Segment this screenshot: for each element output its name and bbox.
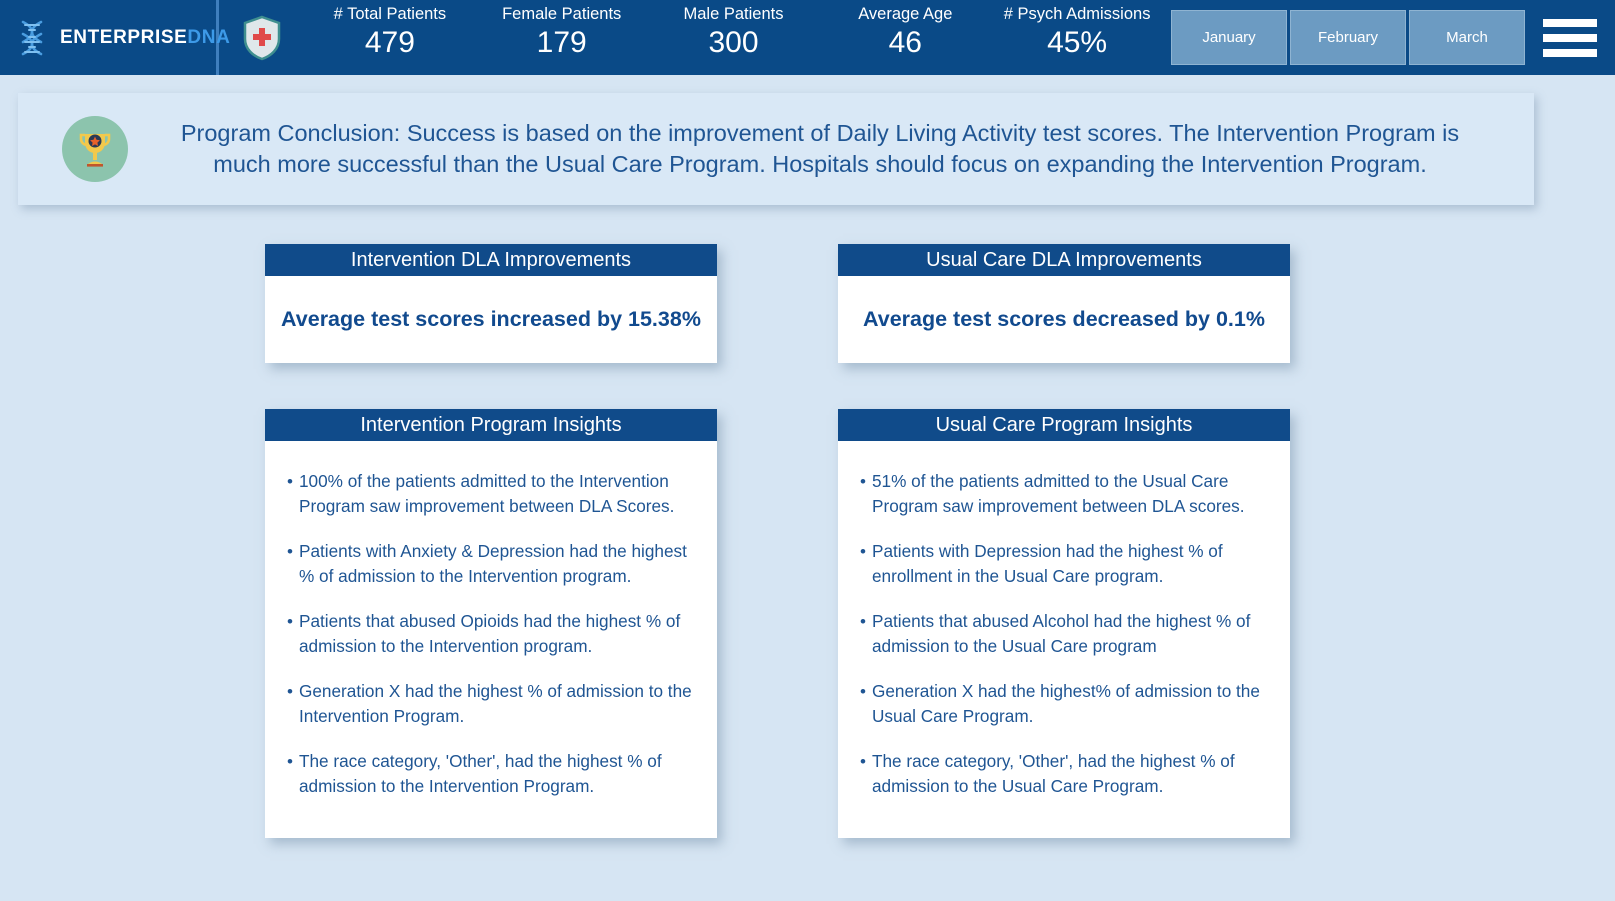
card-title: Intervention Program Insights [265, 409, 717, 441]
insight-text: Patients that abused Alcohol had the hig… [872, 611, 1251, 656]
list-item: • Patients that abused Alcohol had the h… [860, 609, 1268, 659]
kpi-total-patients: # Total Patients 479 [304, 4, 476, 61]
conclusion-text: Program Conclusion: Success is based on … [180, 120, 1460, 177]
hamburger-menu-icon[interactable] [1525, 0, 1615, 75]
list-item: • Patients with Anxiety & Depression had… [287, 539, 695, 589]
list-item: • The race category, 'Other', had the hi… [860, 749, 1268, 799]
brand-name-secondary: DNA [187, 26, 231, 48]
card-title: Intervention DLA Improvements [265, 244, 717, 276]
list-item: • 51% of the patients admitted to the Us… [860, 469, 1268, 519]
kpi-value: 46 [888, 26, 922, 59]
hamburger-bar [1543, 33, 1597, 42]
card-body: • 100% of the patients admitted to the I… [265, 441, 717, 838]
hamburger-bar [1543, 48, 1597, 57]
month-filter-january[interactable]: January [1171, 10, 1287, 65]
bullet-icon: • [860, 752, 866, 771]
brand-name-primary: ENTERPRISE [60, 26, 188, 48]
list-item: • 100% of the patients admitted to the I… [287, 469, 695, 519]
bullet-icon: • [287, 472, 293, 491]
insight-text: Patients with Anxiety & Depression had t… [299, 541, 687, 586]
kpi-value: 45% [1047, 26, 1108, 59]
bullet-icon: • [860, 542, 866, 561]
dna-helix-icon [21, 20, 43, 55]
medical-shield-block [219, 0, 304, 75]
list-item: • Generation X had the highest% of admis… [860, 679, 1268, 729]
brand-logo: ENTERPRISEDNA [0, 0, 230, 75]
intervention-dla-summary: Average test scores increased by 15.38% [281, 307, 701, 331]
trophy-badge [62, 116, 128, 182]
insight-text: 51% of the patients admitted to the Usua… [872, 471, 1245, 516]
intervention-dla-card: Intervention DLA Improvements Average te… [265, 244, 717, 363]
insight-text: The race category, 'Other', had the high… [872, 751, 1235, 796]
bullet-icon: • [287, 542, 293, 561]
card-body: Average test scores decreased by 0.1% [838, 276, 1290, 363]
insight-text: Patients that abused Opioids had the hig… [299, 611, 681, 656]
card-body: Average test scores increased by 15.38% [265, 276, 717, 363]
insight-text: Generation X had the highest% of admissi… [872, 681, 1260, 726]
insight-text: 100% of the patients admitted to the Int… [299, 471, 675, 516]
insight-text: Generation X had the highest % of admiss… [299, 681, 692, 726]
bullet-icon: • [860, 612, 866, 631]
medical-shield-icon [243, 15, 280, 60]
trophy-icon [79, 133, 111, 167]
intervention-insights-card: Intervention Program Insights • 100% of … [265, 409, 717, 838]
kpi-female-patients: Female Patients 179 [476, 4, 648, 61]
month-filter-february[interactable]: February [1290, 10, 1406, 65]
kpi-average-age: Average Age 46 [819, 4, 991, 61]
kpi-label: Female Patients [502, 5, 622, 23]
insight-text: The race category, 'Other', had the high… [299, 751, 662, 796]
card-title: Usual Care Program Insights [838, 409, 1290, 441]
bullet-icon: • [860, 472, 866, 491]
bullet-icon: • [287, 682, 293, 701]
app-header: ENTERPRISEDNA # Total Patients 479 Femal… [0, 0, 1615, 75]
kpi-label: Average Age [858, 5, 953, 23]
list-item: • Patients with Depression had the highe… [860, 539, 1268, 589]
kpi-value: 179 [536, 26, 587, 59]
kpi-psych-admissions: # Psych Admissions 45% [991, 4, 1163, 61]
bullet-icon: • [860, 682, 866, 701]
list-item: • Patients that abused Opioids had the h… [287, 609, 695, 659]
card-body: • 51% of the patients admitted to the Us… [838, 441, 1290, 838]
kpi-male-patients: Male Patients 300 [648, 4, 820, 61]
kpi-value: 300 [708, 26, 759, 59]
brand-wordmark: ENTERPRISEDNA [60, 27, 230, 49]
kpi-label: # Psych Admissions [1003, 5, 1151, 23]
kpi-value: 479 [364, 26, 415, 59]
card-title: Usual Care DLA Improvements [838, 244, 1290, 276]
insight-text: Patients with Depression had the highest… [872, 541, 1223, 586]
list-item: • Generation X had the highest % of admi… [287, 679, 695, 729]
month-filter-group: January February March [1163, 0, 1525, 75]
list-item: • The race category, 'Other', had the hi… [287, 749, 695, 799]
bullet-icon: • [287, 752, 293, 771]
kpi-label: # Total Patients [333, 5, 447, 23]
usual-care-insights-card: Usual Care Program Insights • 51% of the… [838, 409, 1290, 838]
month-filter-march[interactable]: March [1409, 10, 1525, 65]
usual-care-dla-summary: Average test scores decreased by 0.1% [863, 307, 1265, 331]
program-conclusion-banner: Program Conclusion: Success is based on … [18, 93, 1534, 205]
usual-care-dla-card: Usual Care DLA Improvements Average test… [838, 244, 1290, 363]
kpi-label: Male Patients [683, 5, 784, 23]
bullet-icon: • [287, 612, 293, 631]
kpi-strip: # Total Patients 479 Female Patients 179… [304, 0, 1163, 75]
hamburger-bar [1543, 18, 1597, 27]
